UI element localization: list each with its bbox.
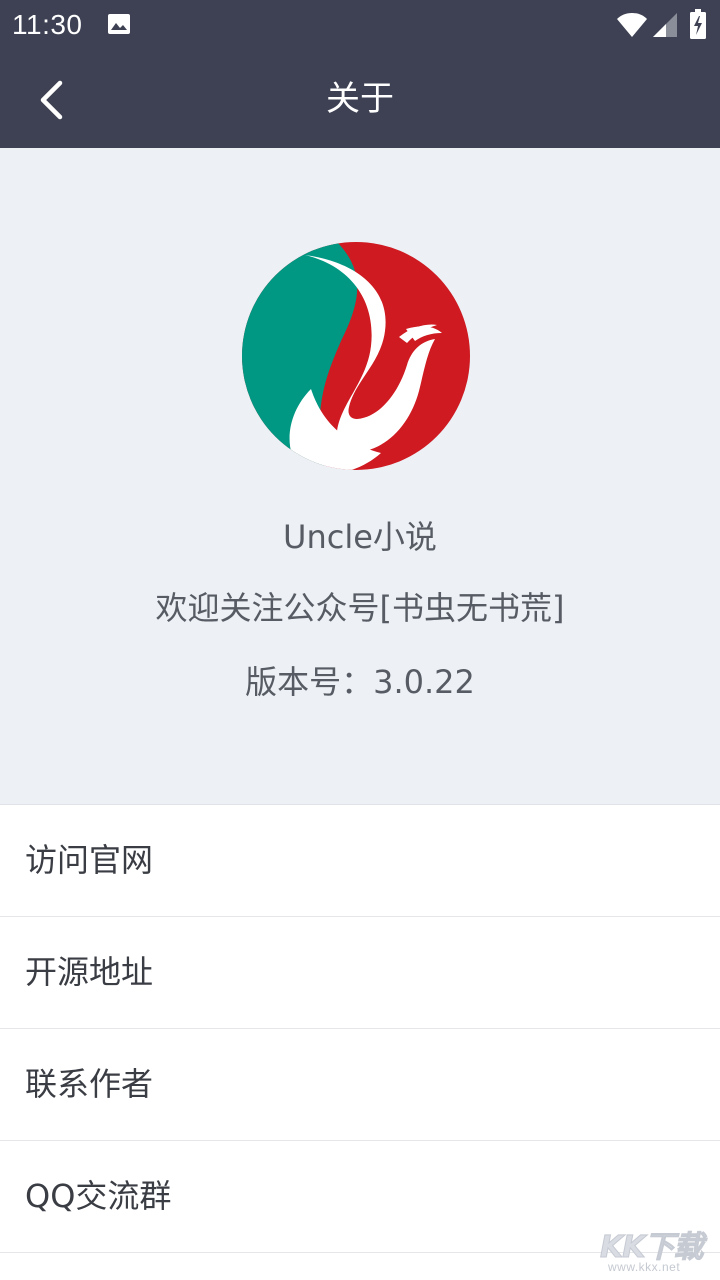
about-header: Uncle小说 欢迎关注公众号[书虫无书荒] 版本号：3.0.22: [0, 148, 720, 804]
signal-icon: [653, 13, 677, 37]
status-bar: 11:30: [0, 0, 720, 50]
chevron-left-icon: [40, 80, 63, 120]
watermark-url: www.kkx.net: [608, 1260, 681, 1274]
menu-list: 访问官网 开源地址 联系作者 QQ交流群: [0, 805, 720, 1253]
menu-item-visit-website[interactable]: 访问官网: [0, 805, 720, 917]
wifi-icon: [617, 13, 647, 37]
about-screen: 11:30 关于 Uncle小说 欢迎关注公众号[书虫无书荒] 版本号：3.0.…: [0, 0, 720, 1280]
menu-item-source-code[interactable]: 开源地址: [0, 917, 720, 1029]
menu-item-label: QQ交流群: [25, 1177, 172, 1215]
menu-item-label: 访问官网: [25, 841, 154, 879]
status-time: 11:30: [12, 9, 83, 40]
app-slogan: 欢迎关注公众号[书虫无书荒]: [155, 589, 565, 627]
battery-charging-icon: [690, 9, 706, 39]
toolbar: 关于: [0, 50, 720, 148]
watermark: KK下载 www.kkx.net: [600, 1222, 718, 1278]
menu-item-label: 联系作者: [25, 1065, 154, 1103]
image-icon: [108, 14, 130, 34]
app-version: 版本号：3.0.22: [245, 663, 475, 701]
menu-item-label: 开源地址: [25, 953, 154, 991]
app-name: Uncle小说: [283, 518, 437, 556]
back-button[interactable]: [20, 64, 90, 134]
menu-item-contact-author[interactable]: 联系作者: [0, 1029, 720, 1141]
page-title: 关于: [326, 79, 394, 119]
app-logo-icon: [242, 242, 470, 470]
